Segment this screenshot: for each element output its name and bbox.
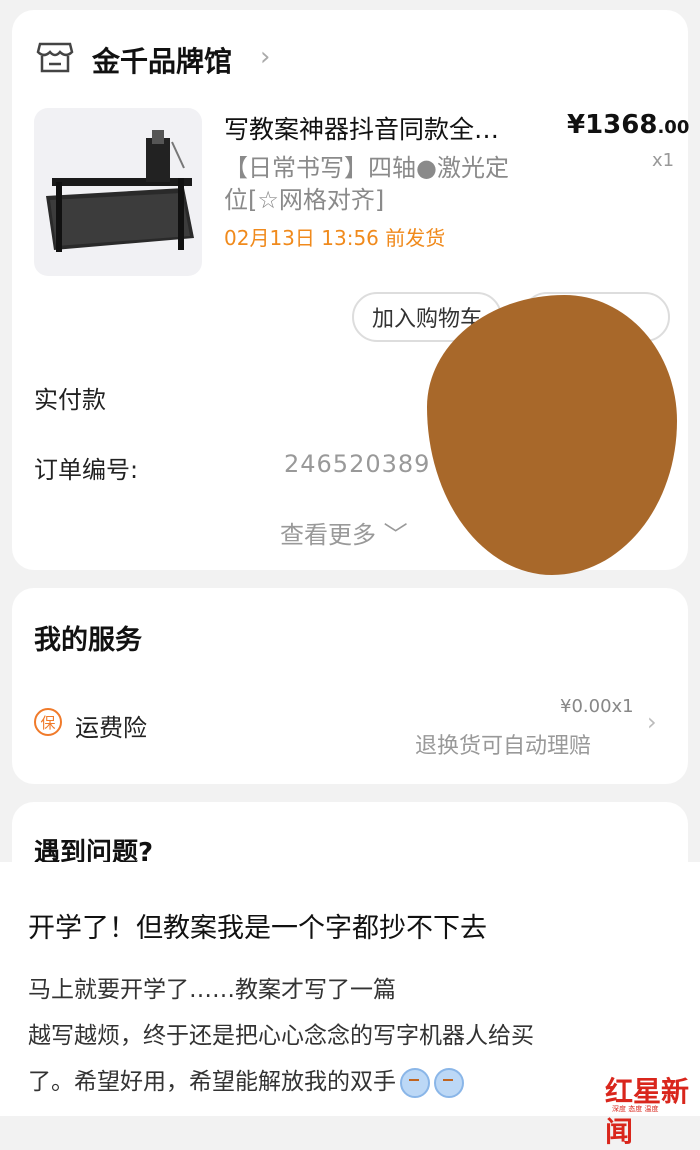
shipping-insurance-desc: 退换货可自动理赔 (415, 734, 592, 759)
product-spec: 【日常书写】四轴●激光定位[☆网格对齐] (224, 154, 509, 214)
product-quantity: x1 (652, 150, 675, 171)
social-post: 开学了！但教案我是一个字都抄不下去 马上就要开学了……教案才写了一篇 越写越烦，… (0, 862, 700, 1116)
product-title[interactable]: 写教案神器抖音同款全… (224, 110, 524, 146)
currency-symbol: ¥ (567, 110, 586, 140)
price-main: 1368 (585, 110, 658, 140)
order-number-label: 订单编号: (34, 456, 139, 484)
paid-label: 实付款 (34, 386, 106, 414)
chevron-right-icon[interactable]: › (260, 42, 270, 72)
post-line: 了。希望好用，希望能解放我的双手 (28, 1062, 464, 1098)
ship-time: 02月13日 13:56 前发货 (224, 226, 446, 250)
order-store-card: 金千品牌馆 › 写教案神器抖音同款全… ¥1368.00 x1 【日常书写】四轴… (12, 10, 689, 575)
crying-emoji-icon (400, 1067, 430, 1098)
redaction-blob (427, 295, 677, 575)
store-name[interactable]: 金千品牌馆 (92, 40, 232, 80)
my-services-card: 我的服务 保 运费险 ¥0.00x1 退换货可自动理赔 › (12, 588, 688, 784)
watermark-tagline: 深度 态度 温度 (612, 1105, 659, 1113)
post-title: 开学了！但教案我是一个字都抄不下去 (28, 913, 487, 944)
shipping-insurance-price: ¥0.00x1 (560, 696, 634, 717)
product-thumbnail[interactable] (34, 108, 202, 276)
insurance-badge-icon: 保 (34, 708, 62, 736)
price-decimal: .00 (657, 117, 690, 138)
post-line-text: 了。希望好用，希望能解放我的双手 (28, 1069, 396, 1095)
product-price: ¥1368.00 (567, 110, 689, 140)
shipping-insurance-label[interactable]: 运费险 (75, 708, 147, 743)
services-title: 我的服务 (34, 625, 142, 656)
crying-emoji-icon (434, 1067, 464, 1098)
view-more-button[interactable]: 查看更多 ﹀ (280, 515, 408, 550)
post-line: 越写越烦，终于还是把心心念念的写字机器人给买 (28, 1023, 534, 1049)
order-number[interactable]: 246520389 (284, 450, 430, 478)
store-icon (36, 40, 74, 74)
post-line: 马上就要开学了……教案才写了一篇 (28, 977, 396, 1003)
chevron-right-icon[interactable]: › (647, 708, 657, 736)
